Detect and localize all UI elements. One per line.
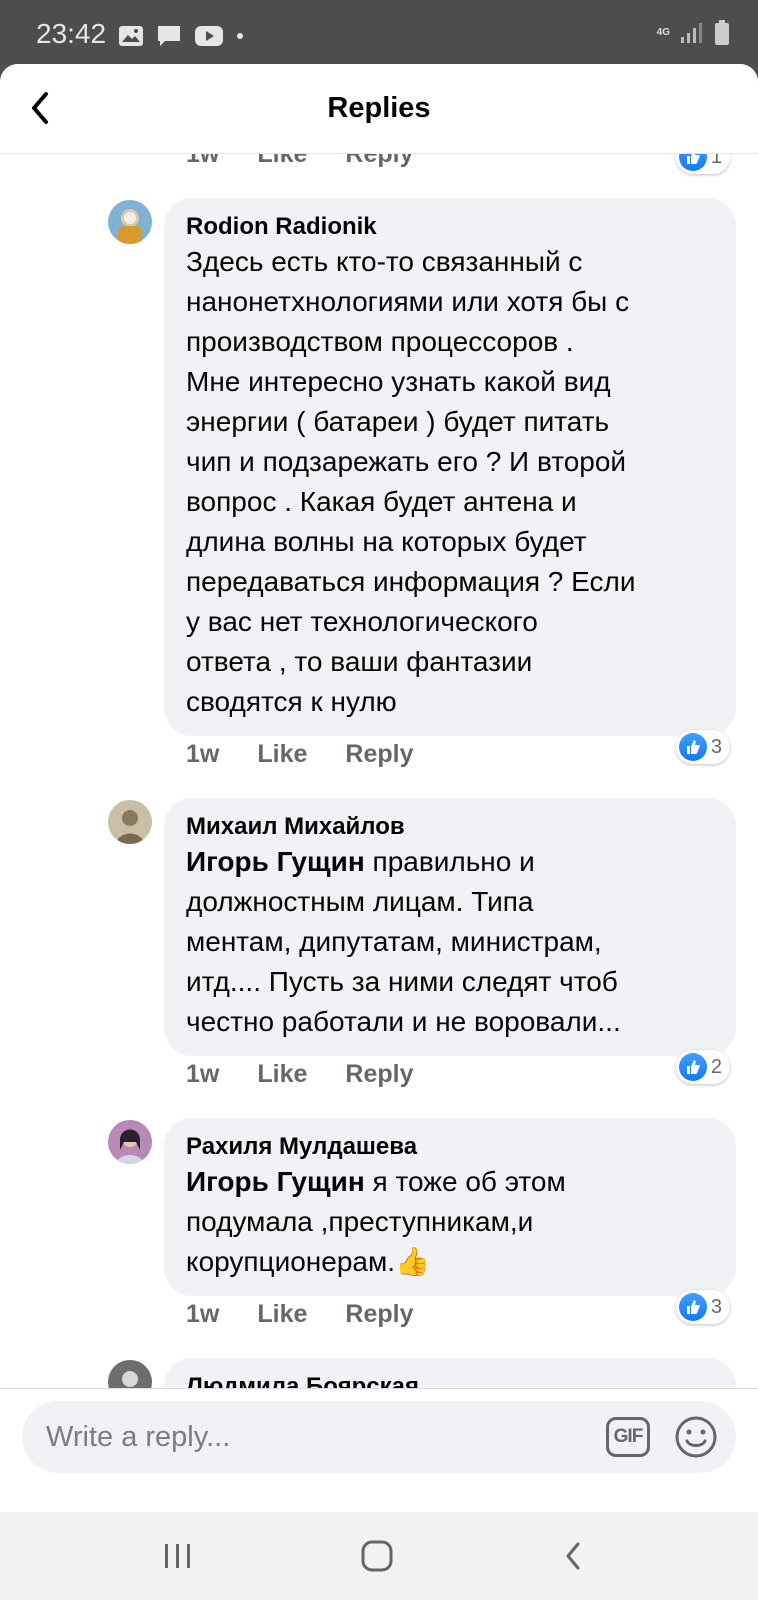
reply-button[interactable]: Reply [345,154,413,169]
replies-sheet: Replies 1w Like Reply 1 Rodion Radionik … [0,64,758,1512]
signal-icon [681,23,702,43]
comment-actions: 1w Like Reply [186,1300,413,1329]
comment-line: подумала ,преступникам,и [186,1206,534,1237]
comment-line: длина волны на которых будет [186,526,587,557]
status-notification-icons [118,24,244,48]
like-button[interactable]: Like [257,1300,307,1329]
reply-composer: GIF [0,1388,758,1484]
comment-bubble[interactable]: Михаил Михайлов Игорь Гущин правильно и … [164,798,736,1056]
comment-time: 1w [186,1060,220,1088]
gif-button[interactable]: GIF [606,1417,650,1457]
reaction-number: 3 [710,735,722,758]
mention-link[interactable]: Игорь Гущин [186,1166,365,1197]
youtube-icon [195,26,223,46]
comment-actions: 1w Like Reply [186,740,413,769]
replies-feed[interactable]: 1w Like Reply 1 Rodion Radionik Здесь ес… [0,154,758,1480]
comment-time: 1w [186,154,220,168]
comment-line: у вас нет технологического [186,606,538,637]
reply-input[interactable] [46,1419,566,1455]
comment-line: передаваться информация ? Если [186,566,636,597]
comment-line: нанонетхнологиями или хотя бы с [186,286,630,317]
reaction-count[interactable]: 3 [675,1290,730,1324]
comment-line: корупционерам.👍 [186,1242,714,1282]
comment-line: должностным лицам. Типа [186,886,534,917]
like-reaction-icon [678,1053,707,1081]
comment-text-fragment: я тоже об этом [364,1166,566,1197]
thumbs-up-emoji: 👍 [395,1246,430,1277]
comment-line: энергии ( батареи ) будет питать [186,406,610,437]
comment-line: ментам, дипутатам, министрам, [186,926,602,957]
reaction-count[interactable]: 1 [675,154,730,174]
header: Replies [0,64,758,154]
dot-icon [237,33,243,39]
system-nav-bar [0,1512,758,1600]
reply-button[interactable]: Reply [345,1060,413,1089]
image-icon [119,26,143,46]
status-bar: 23:42 4G [0,0,758,64]
reply-input-box[interactable]: GIF [22,1401,736,1473]
comment-line: ответа , то ваши фантазии [186,646,533,677]
comment-text: Игорь Гущин я тоже об этом подумала ,пре… [186,1162,714,1282]
like-reaction-icon [678,733,707,761]
comment-time: 1w [186,740,220,768]
comment-text: Здесь есть кто-то связанный с нанонетхно… [186,242,714,722]
avatar[interactable] [108,1120,152,1164]
like-button[interactable]: Like [257,154,307,169]
comment-bubble[interactable]: Rodion Radionik Здесь есть кто-то связан… [164,198,736,736]
avatar[interactable] [108,800,152,844]
page-title: Replies [327,92,431,124]
status-time: 23:42 [36,18,107,49]
message-icon [158,26,180,46]
comment-author[interactable]: Rodion Radionik [186,212,714,242]
comment-line: чип и подзарежать его ? И второй [186,446,627,477]
reply-button[interactable]: Reply [345,740,413,769]
reply-button[interactable]: Reply [345,1300,413,1329]
comment-actions: 1w Like Reply [186,1060,413,1089]
back-icon[interactable] [552,1534,596,1578]
comment-text: Игорь Гущин правильно и должностным лица… [186,842,714,1042]
comment-text-fragment: правильно и [364,846,535,877]
comment-bubble[interactable]: Рахиля Мулдашева Игорь Гущин я тоже об э… [164,1118,736,1296]
avatar[interactable] [108,200,152,244]
reaction-count[interactable]: 2 [675,1050,730,1084]
comment-line: вопрос . Какая будет антена и [186,486,577,517]
mention-link[interactable]: Игорь Гущин [186,846,365,877]
like-button[interactable]: Like [257,740,307,769]
like-reaction-icon [678,154,707,171]
reaction-number: 3 [710,1295,722,1318]
comment-text-fragment: корупционерам. [186,1246,396,1277]
comment-author[interactable]: Михаил Михайлов [186,812,714,842]
like-button[interactable]: Like [257,1060,307,1089]
comment-line: итд.... Пусть за ними следят чтоб [186,966,618,997]
comment-line: честно работали и не воровали... [186,1006,621,1037]
comment-line: Игорь Гущин я тоже об этом [186,1162,714,1202]
smiley-icon[interactable] [674,1415,718,1459]
comment-time: 1w [186,1300,220,1328]
reaction-number: 1 [710,154,722,168]
comment-line: сводятся к нулю [186,686,397,717]
home-icon[interactable] [355,1534,399,1578]
battery-icon [715,20,729,45]
like-reaction-icon [678,1293,707,1321]
network-type: 4G [656,27,670,38]
comment-author[interactable]: Рахиля Мулдашева [186,1132,714,1162]
previous-comment-actions: 1w Like Reply [186,154,413,169]
comment-line: производством процессоров . [186,326,574,357]
reaction-count[interactable]: 3 [675,730,730,764]
comment-line: Мне интересно узнать какой вид [186,366,611,397]
reaction-number: 2 [710,1055,722,1078]
comment-line: Здесь есть кто-то связанный с [186,246,583,277]
status-system-icons: 4G [657,20,730,46]
comment-line: Игорь Гущин правильно и [186,842,714,882]
recent-apps-icon[interactable] [156,1534,200,1578]
